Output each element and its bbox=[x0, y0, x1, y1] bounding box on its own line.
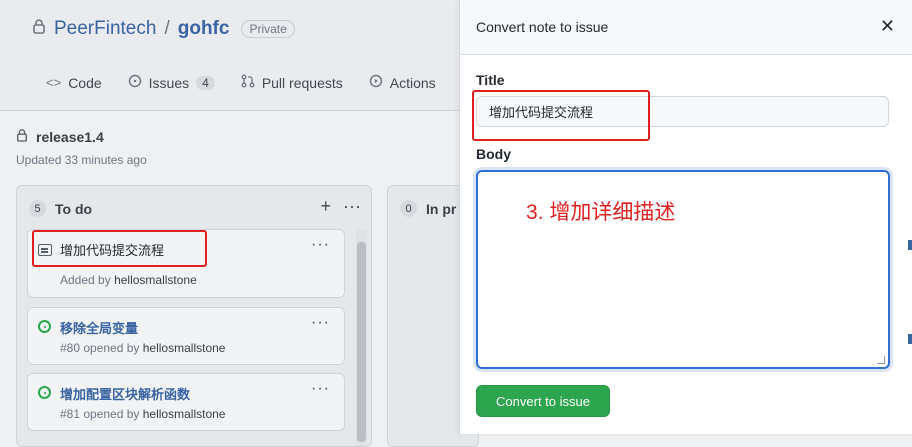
project-updated-text: Updated 33 minutes ago bbox=[16, 153, 147, 167]
project-card-issue[interactable]: 增加配置区块解析函数 ··· #81 opened by hellosmalls… bbox=[27, 373, 345, 431]
project-card-issue[interactable]: 移除全局变量 ··· #80 opened by hellosmallstone bbox=[27, 307, 345, 365]
open-issue-icon bbox=[38, 320, 51, 333]
open-issue-icon bbox=[38, 386, 51, 399]
card-title[interactable]: 增加配置区块解析函数 bbox=[60, 384, 190, 403]
dialog-header: Convert note to issue ✕ bbox=[460, 0, 912, 55]
card-meta: Added by hellosmallstone bbox=[60, 273, 197, 287]
card-meta: #81 opened by hellosmallstone bbox=[60, 407, 225, 421]
body-label: Body bbox=[476, 146, 511, 162]
add-card-icon[interactable]: + bbox=[321, 196, 332, 217]
card-menu-icon[interactable]: ··· bbox=[311, 380, 330, 398]
tab-code[interactable]: <> Code bbox=[46, 74, 102, 91]
title-label: Title bbox=[476, 72, 505, 88]
card-meta-prefix: #80 opened by bbox=[60, 341, 140, 355]
more-options-icon[interactable]: ··· bbox=[343, 196, 361, 217]
repo-name-link[interactable]: gohfc bbox=[178, 18, 230, 40]
actions-icon bbox=[369, 74, 383, 91]
close-icon[interactable]: ✕ bbox=[880, 16, 895, 37]
repo-owner-link[interactable]: PeerFintech bbox=[54, 18, 156, 40]
dialog-title: Convert note to issue bbox=[476, 19, 609, 35]
tab-pull-requests-label: Pull requests bbox=[261, 74, 343, 91]
card-menu-icon[interactable]: ··· bbox=[311, 236, 330, 254]
annotation-text: 3. 增加详细描述 bbox=[526, 201, 676, 224]
column-name: To do bbox=[55, 200, 93, 217]
lock-icon bbox=[32, 18, 46, 40]
project-title: release1.4 bbox=[16, 128, 104, 145]
card-author[interactable]: hellosmallstone bbox=[143, 341, 226, 355]
tab-issues[interactable]: Issues 4 bbox=[128, 74, 215, 91]
code-icon: <> bbox=[46, 75, 62, 90]
visibility-badge: Private bbox=[241, 20, 295, 38]
column-header: 0 In pr bbox=[400, 200, 456, 217]
card-meta-prefix: Added by bbox=[60, 273, 111, 287]
tab-actions[interactable]: Actions bbox=[369, 74, 436, 91]
column-header: 5 To do bbox=[29, 200, 92, 217]
issue-body-textarea[interactable]: 3. 增加详细描述 bbox=[476, 170, 890, 369]
column-card-count: 5 bbox=[29, 200, 46, 217]
tab-pull-requests[interactable]: Pull requests bbox=[241, 74, 343, 91]
breadcrumb-separator: / bbox=[164, 18, 170, 39]
card-title[interactable]: 移除全局变量 bbox=[60, 318, 138, 337]
project-name: release1.4 bbox=[36, 128, 104, 145]
lock-icon bbox=[16, 128, 28, 145]
column-name: In pr bbox=[426, 200, 457, 217]
card-menu-icon[interactable]: ··· bbox=[311, 314, 330, 332]
column-card-count: 0 bbox=[400, 200, 417, 217]
repo-nav-tabs: <> Code Issues 4 Pull requests Actions bbox=[46, 74, 436, 91]
column-actions: + ··· bbox=[321, 196, 362, 217]
repo-breadcrumb: PeerFintech / gohfc Private bbox=[32, 18, 295, 40]
background-edge-mark bbox=[908, 334, 912, 344]
column-todo: 5 To do + ··· 增加代码提交流程 ··· Added by hell… bbox=[16, 185, 372, 447]
column-scrollbar-thumb[interactable] bbox=[357, 242, 366, 442]
convert-note-dialog: Convert note to issue ✕ Title 增加代码提交流程 B… bbox=[459, 0, 912, 434]
pull-request-icon bbox=[241, 74, 255, 91]
card-author[interactable]: hellosmallstone bbox=[143, 407, 226, 421]
card-author[interactable]: hellosmallstone bbox=[114, 273, 197, 287]
background-edge-mark bbox=[908, 240, 912, 250]
card-meta: #80 opened by hellosmallstone bbox=[60, 341, 225, 355]
tab-actions-label: Actions bbox=[389, 74, 436, 91]
resize-handle-icon[interactable] bbox=[877, 356, 885, 364]
convert-to-issue-button[interactable]: Convert to issue bbox=[476, 385, 610, 417]
annotation-highlight-card bbox=[32, 230, 207, 267]
tab-issues-label: Issues bbox=[148, 74, 190, 91]
tab-code-label: Code bbox=[68, 74, 102, 91]
issue-icon bbox=[128, 74, 142, 91]
card-meta-prefix: #81 opened by bbox=[60, 407, 140, 421]
annotation-highlight-title bbox=[472, 90, 650, 141]
issues-count-badge: 4 bbox=[196, 75, 215, 90]
